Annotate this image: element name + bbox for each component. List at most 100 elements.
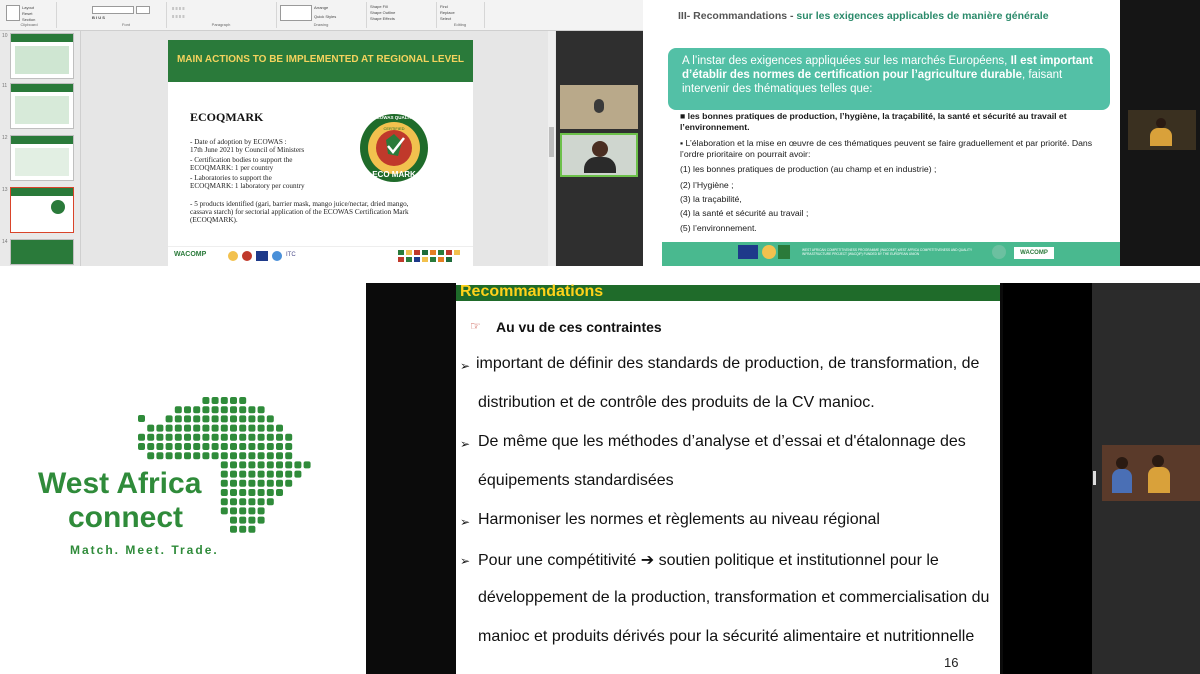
font-size-box[interactable] bbox=[136, 6, 150, 14]
ribbon-quick-styles[interactable]: Quick Styles bbox=[314, 14, 336, 19]
map-dot bbox=[211, 443, 219, 450]
slide-thumbnail[interactable] bbox=[10, 135, 74, 181]
map-dot bbox=[220, 415, 228, 423]
ribbon-shape-fill[interactable]: Shape Fill bbox=[370, 4, 388, 9]
map-dot bbox=[193, 424, 201, 432]
map-dot bbox=[266, 415, 274, 423]
ribbon-shape-outline[interactable]: Shape Outline bbox=[370, 10, 395, 15]
thumb-number: 13 bbox=[2, 187, 8, 193]
ribbon-group-paragraph: ≡ ≡ ≡ ≡ ≡ ≡ ≡ ≡ Paragraph bbox=[166, 2, 277, 28]
emblem-icon bbox=[242, 251, 252, 261]
ribbon-reset[interactable]: Reset bbox=[22, 11, 32, 16]
bullet-text: ▪ L’élaboration et la mise en œuvre de c… bbox=[680, 138, 1110, 160]
ribbon-group-label: Paragraph bbox=[211, 22, 231, 27]
map-dot bbox=[230, 433, 237, 441]
vertical-scrollbar[interactable] bbox=[548, 31, 555, 266]
map-dot bbox=[220, 397, 228, 404]
bold-icon[interactable]: B I U S bbox=[92, 15, 105, 20]
thumb-table bbox=[15, 148, 69, 176]
slide-thumbnail[interactable] bbox=[10, 239, 74, 265]
map-dot bbox=[276, 443, 283, 450]
bullets-icon[interactable]: ≡ ≡ ≡ ≡ bbox=[172, 6, 185, 11]
arrow-bullet-icon: ➢ bbox=[460, 554, 471, 568]
slide-thumbnail-selected[interactable] bbox=[10, 187, 74, 233]
map-dot bbox=[266, 452, 274, 460]
align-icon[interactable]: ≡ ≡ ≡ ≡ bbox=[172, 14, 185, 19]
map-dot bbox=[184, 452, 191, 460]
map-dot bbox=[211, 452, 219, 460]
person-head-icon bbox=[1152, 455, 1164, 467]
thumb-number: 11 bbox=[2, 83, 8, 89]
slide-thumbnail[interactable] bbox=[10, 33, 74, 79]
paste-icon[interactable] bbox=[6, 5, 20, 21]
bullet-continuation: manioc et produits dérivés pour la sécur… bbox=[478, 628, 975, 645]
flag-icon bbox=[430, 250, 436, 255]
map-dot bbox=[147, 433, 155, 441]
map-dot bbox=[220, 452, 228, 460]
bullet-line: Pour une compétitivité ➔ soutien politiq… bbox=[478, 552, 939, 569]
callout-text: A l’instar des exigences appliquées sur … bbox=[682, 54, 1102, 96]
flag-icon bbox=[422, 250, 428, 255]
ribbon-group-label: Drawing bbox=[313, 22, 329, 27]
seal-sub-text: CERTIFIED bbox=[383, 126, 405, 131]
map-dot bbox=[230, 443, 237, 450]
ribbon-shape-effects[interactable]: Shape Effects bbox=[370, 16, 395, 21]
eu-flag-icon bbox=[256, 251, 268, 261]
map-dot bbox=[174, 424, 182, 432]
person-body-icon bbox=[1148, 467, 1170, 493]
map-dot bbox=[193, 415, 201, 423]
map-dot bbox=[211, 415, 219, 423]
slide-text-line: - Certification bodies to support the bbox=[190, 156, 293, 164]
brand-title-line1: West Africa bbox=[38, 467, 202, 500]
map-dot bbox=[276, 452, 283, 460]
bullet-one: les bonnes pratiques de production, l’hy… bbox=[680, 111, 1067, 132]
map-dot bbox=[138, 433, 145, 441]
shapes-gallery-icon[interactable] bbox=[280, 5, 312, 21]
shared-slide-french: III- Recommandations - sur les exigences… bbox=[662, 0, 1200, 266]
participant-video-group[interactable] bbox=[1102, 445, 1200, 501]
map-dot bbox=[239, 443, 247, 450]
map-dot bbox=[303, 461, 311, 469]
callout-box: A l’instar des exigences appliquées sur … bbox=[668, 48, 1110, 110]
bullet-line: Harmoniser les normes et règlements au n… bbox=[478, 511, 880, 528]
scrollbar-thumb[interactable] bbox=[549, 127, 554, 157]
flag-icon bbox=[778, 245, 790, 259]
flag-icon bbox=[406, 250, 412, 255]
map-dot bbox=[257, 452, 265, 460]
priority-item: (1) les bonnes pratiques de production (… bbox=[680, 164, 937, 174]
ribbon-group-drawing: Arrange Quick Styles Drawing bbox=[276, 2, 367, 28]
ribbon-replace[interactable]: Replace bbox=[440, 10, 455, 15]
map-dot bbox=[248, 433, 256, 441]
presenter-gap bbox=[1003, 283, 1092, 674]
font-name-box[interactable] bbox=[92, 6, 134, 14]
un-logo-icon bbox=[272, 251, 282, 261]
map-dot bbox=[248, 424, 256, 432]
slide-text-line: ECOQMARK: 1 laboratory per country bbox=[190, 182, 305, 190]
map-dot bbox=[193, 443, 201, 450]
map-dot bbox=[211, 406, 219, 414]
flag-icon bbox=[446, 257, 452, 262]
map-dot bbox=[257, 424, 265, 432]
map-dot bbox=[165, 452, 173, 460]
map-dot bbox=[202, 452, 210, 460]
bullet-two: L’élaboration et la mise en œuvre de ces… bbox=[680, 138, 1093, 159]
participant-video-active-speaker[interactable] bbox=[560, 133, 638, 177]
slide-thumbnail[interactable] bbox=[10, 83, 74, 129]
participant-video[interactable] bbox=[1128, 110, 1196, 150]
square-bullet-icon: ■ bbox=[680, 111, 688, 121]
brand-tagline: Match. Meet. Trade. bbox=[70, 543, 219, 557]
eu-emblem-icon bbox=[992, 245, 1006, 259]
ribbon-arrange[interactable]: Arrange bbox=[314, 5, 328, 10]
map-dot bbox=[147, 443, 155, 450]
map-dot bbox=[285, 452, 293, 460]
header-suffix: sur les exigences applicables de manière… bbox=[793, 10, 1049, 22]
map-dot bbox=[220, 424, 228, 432]
participant-video-room[interactable] bbox=[560, 85, 638, 129]
ecomark-seal: ECOWAS QUALITY CERTIFIED ECO MARK bbox=[358, 106, 430, 192]
ribbon-find[interactable]: Find bbox=[440, 4, 448, 9]
ribbon-select[interactable]: Select bbox=[440, 16, 451, 21]
map-dot bbox=[239, 424, 247, 432]
video-strip-handle[interactable] bbox=[1093, 471, 1096, 485]
ribbon-layout[interactable]: Layout bbox=[22, 5, 34, 10]
slide-recommandations-exigences: III- Recommandations - sur les exigences… bbox=[662, 0, 1120, 266]
